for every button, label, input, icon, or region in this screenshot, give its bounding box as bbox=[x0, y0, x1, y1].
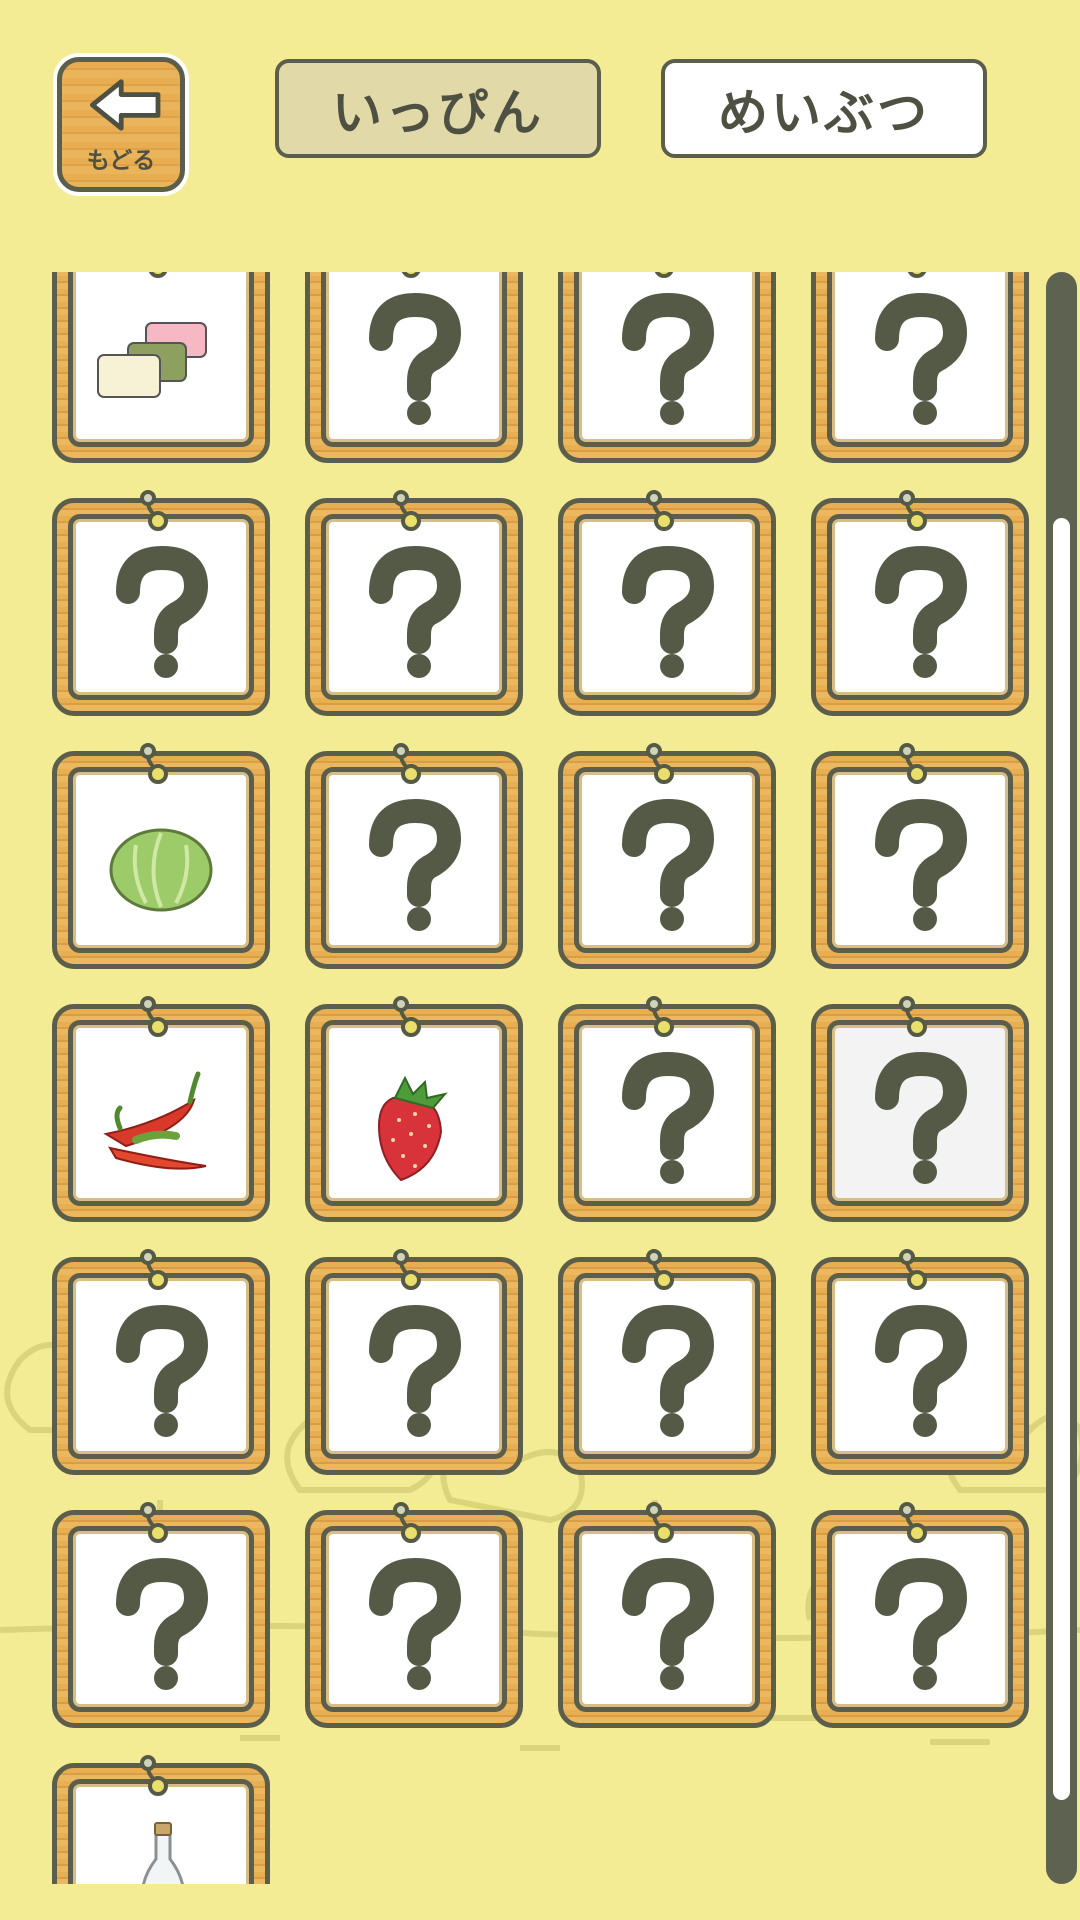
item-card[interactable] bbox=[52, 1249, 270, 1475]
hook-icon bbox=[897, 742, 927, 786]
hook-icon bbox=[644, 272, 674, 280]
item-card[interactable] bbox=[811, 490, 1029, 716]
hook-icon bbox=[644, 995, 674, 1039]
hook-icon bbox=[897, 995, 927, 1039]
tab-specialties[interactable]: めいぶつ bbox=[661, 59, 987, 158]
question-mark-icon bbox=[329, 272, 499, 439]
question-mark-icon bbox=[582, 1028, 752, 1198]
item-card[interactable] bbox=[811, 743, 1029, 969]
back-button-face: もどる bbox=[57, 57, 185, 192]
item-card[interactable] bbox=[52, 272, 270, 463]
item-card[interactable] bbox=[558, 996, 776, 1222]
item-card[interactable] bbox=[558, 272, 776, 463]
item-card[interactable] bbox=[305, 490, 523, 716]
item-card[interactable] bbox=[811, 996, 1029, 1222]
item-card[interactable] bbox=[811, 1502, 1029, 1728]
item-card[interactable] bbox=[558, 743, 776, 969]
item-card[interactable] bbox=[52, 490, 270, 716]
hook-icon bbox=[391, 272, 421, 280]
question-mark-icon bbox=[582, 775, 752, 945]
hook-icon bbox=[644, 489, 674, 533]
hook-icon bbox=[644, 742, 674, 786]
question-mark-icon bbox=[835, 775, 1005, 945]
arrow-left-icon bbox=[90, 79, 161, 131]
question-mark-icon bbox=[835, 522, 1005, 692]
hook-icon bbox=[644, 1248, 674, 1292]
sweets-icon bbox=[76, 272, 246, 439]
question-mark-icon bbox=[835, 272, 1005, 439]
item-card[interactable] bbox=[305, 1502, 523, 1728]
hook-icon bbox=[897, 1248, 927, 1292]
tab-food[interactable]: いっぴん bbox=[275, 59, 601, 158]
item-card[interactable] bbox=[52, 743, 270, 969]
item-card[interactable] bbox=[558, 490, 776, 716]
question-mark-icon bbox=[329, 1281, 499, 1451]
item-card[interactable] bbox=[558, 1249, 776, 1475]
item-card[interactable] bbox=[52, 1755, 270, 1884]
hook-icon bbox=[138, 742, 168, 786]
question-mark-icon bbox=[835, 1534, 1005, 1704]
question-mark-icon bbox=[835, 1028, 1005, 1198]
hook-icon bbox=[897, 272, 927, 280]
chili-pepper-icon bbox=[76, 1028, 246, 1198]
question-mark-icon bbox=[582, 1534, 752, 1704]
hook-icon bbox=[391, 1501, 421, 1545]
item-card[interactable] bbox=[305, 272, 523, 463]
cabbage-icon bbox=[76, 775, 246, 945]
strawberry-icon bbox=[329, 1028, 499, 1198]
question-mark-icon bbox=[76, 1281, 246, 1451]
item-card[interactable] bbox=[811, 1249, 1029, 1475]
item-card[interactable] bbox=[811, 272, 1029, 463]
question-mark-icon bbox=[76, 1534, 246, 1704]
question-mark-icon bbox=[582, 272, 752, 439]
question-mark-icon bbox=[582, 522, 752, 692]
question-mark-icon bbox=[835, 1281, 1005, 1451]
scrollbar-thumb[interactable] bbox=[1053, 518, 1070, 1800]
question-mark-icon bbox=[329, 1534, 499, 1704]
collection-screen: もどる いっぴん めいぶつ bbox=[0, 0, 1080, 1920]
item-card[interactable] bbox=[305, 743, 523, 969]
hook-icon bbox=[391, 489, 421, 533]
hook-icon bbox=[644, 1501, 674, 1545]
question-mark-icon bbox=[329, 522, 499, 692]
back-button[interactable]: もどる bbox=[53, 53, 189, 196]
item-card[interactable] bbox=[52, 1502, 270, 1728]
item-card[interactable] bbox=[52, 996, 270, 1222]
item-card[interactable] bbox=[305, 996, 523, 1222]
hook-icon bbox=[138, 1248, 168, 1292]
question-mark-icon bbox=[76, 522, 246, 692]
back-button-label: もどる bbox=[86, 148, 156, 174]
hook-icon bbox=[138, 995, 168, 1039]
hook-icon bbox=[138, 489, 168, 533]
hook-icon bbox=[391, 995, 421, 1039]
hook-icon bbox=[391, 742, 421, 786]
item-grid[interactable] bbox=[40, 272, 1040, 1884]
bottle-icon bbox=[76, 1787, 246, 1884]
hook-icon bbox=[391, 1248, 421, 1292]
question-mark-icon bbox=[582, 1281, 752, 1451]
hook-icon bbox=[897, 1501, 927, 1545]
hook-icon bbox=[138, 1754, 168, 1798]
hook-icon bbox=[897, 489, 927, 533]
question-mark-icon bbox=[329, 775, 499, 945]
hook-icon bbox=[138, 272, 168, 280]
hook-icon bbox=[138, 1501, 168, 1545]
item-card[interactable] bbox=[558, 1502, 776, 1728]
item-card[interactable] bbox=[305, 1249, 523, 1475]
